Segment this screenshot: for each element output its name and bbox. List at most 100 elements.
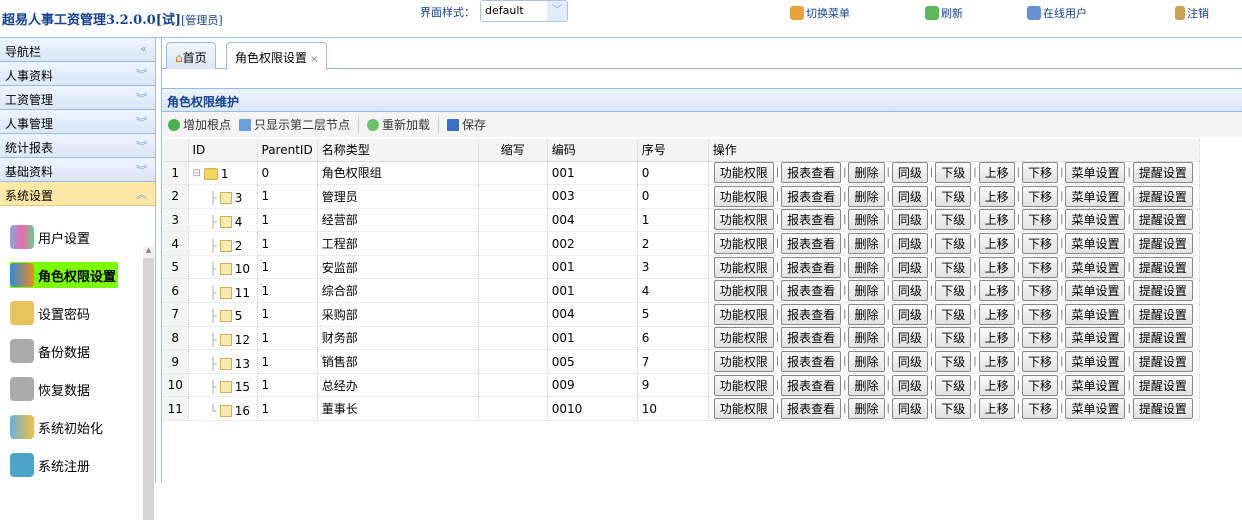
action-button[interactable]: 提醒设置 [1132,233,1193,255]
action-button[interactable]: 下移 [1022,233,1059,255]
reload-button[interactable]: 重新加载 [367,116,430,133]
tab-home[interactable]: ⌂首页 [166,42,216,69]
action-button[interactable]: 上移 [978,374,1015,396]
action-button[interactable]: 删除 [848,256,885,278]
sidebar-item[interactable]: 用户设置 [10,224,90,250]
action-button[interactable]: 提醒设置 [1132,327,1193,349]
action-button[interactable]: 提醒设置 [1132,303,1193,325]
action-button[interactable]: 下级 [935,398,972,420]
action-button[interactable]: 删除 [848,162,885,184]
action-button[interactable]: 提醒设置 [1132,398,1193,420]
action-button[interactable]: 报表查看 [781,256,842,278]
sidebar-item[interactable]: 设置密码 [10,300,90,326]
action-button[interactable]: 菜单设置 [1065,303,1126,325]
action-button[interactable]: 报表查看 [781,185,842,207]
action-button[interactable]: 提醒设置 [1132,280,1193,302]
action-button[interactable]: 提醒设置 [1132,185,1193,207]
action-button[interactable]: 报表查看 [781,374,842,396]
switch-menu-link[interactable]: 切换菜单 [790,5,850,21]
action-button[interactable]: 提醒设置 [1132,351,1193,373]
tab-role-permissions[interactable]: 角色权限设置 × [226,42,328,70]
action-button[interactable]: 同级 [891,398,928,420]
action-button[interactable]: 菜单设置 [1065,327,1126,349]
scroll-up-icon[interactable]: ▲ [143,246,154,258]
sidebar-scrollbar[interactable]: ▲ [143,246,154,520]
action-button[interactable]: 下级 [935,374,972,396]
action-button[interactable]: 下移 [1022,351,1059,373]
sidebar-section[interactable]: 人事管理 ︾ [0,110,155,134]
action-button[interactable]: 功能权限 [713,233,774,255]
action-button[interactable]: 功能权限 [713,280,774,302]
action-button[interactable]: 同级 [891,256,928,278]
action-button[interactable]: 功能权限 [713,209,774,231]
action-button[interactable]: 上移 [978,162,1015,184]
action-button[interactable]: 报表查看 [781,162,842,184]
sidebar-item[interactable]: 系统初始化 [10,414,103,440]
action-button[interactable]: 报表查看 [781,398,842,420]
col-seq[interactable]: 序号 [637,139,709,162]
table-row[interactable]: 4 ├ 2 1 工程部 002 2 功能权限 | 报表查看 | 删除 | 同级 | 下级 | 上移 | 下… [163,231,1200,256]
sidebar-item[interactable]: 恢复数据 [10,376,90,402]
action-button[interactable]: 删除 [848,327,885,349]
action-button[interactable]: 下级 [935,327,972,349]
action-button[interactable]: 功能权限 [713,303,774,325]
action-button[interactable]: 菜单设置 [1065,398,1126,420]
theme-select[interactable]: default ﹀ [480,0,568,22]
action-button[interactable]: 菜单设置 [1065,280,1126,302]
action-button[interactable]: 下级 [935,256,972,278]
action-button[interactable]: 下级 [935,162,972,184]
action-button[interactable]: 下移 [1022,209,1059,231]
col-abbr[interactable]: 缩写 [478,139,548,162]
sidebar-section[interactable]: 统计报表 ︾ [0,134,155,158]
col-parentid[interactable]: ParentID [257,139,318,162]
action-button[interactable]: 下级 [935,303,972,325]
action-button[interactable]: 删除 [848,303,885,325]
close-icon[interactable]: × [310,54,318,65]
action-button[interactable]: 功能权限 [713,398,774,420]
collapse-left-icon[interactable]: « [140,42,147,55]
action-button[interactable]: 功能权限 [713,256,774,278]
action-button[interactable]: 同级 [891,209,928,231]
action-button[interactable]: 下移 [1022,327,1059,349]
action-button[interactable]: 下级 [935,233,972,255]
collapse-icon[interactable]: ⊟ [193,168,201,179]
action-button[interactable]: 下移 [1022,374,1059,396]
table-row[interactable]: 7 ├ 5 1 采购部 004 5 功能权限 | 报表查看 | 删除 | 同级 | 下级 | 上移 | 下… [163,302,1200,327]
table-row[interactable]: 1 ⊟ 1 0 角色权限组 001 0 功能权限 | 报表查看 | 删除 | 同级 | 下级 | 上移… [163,161,1200,186]
action-button[interactable]: 同级 [891,162,928,184]
table-row[interactable]: 11 └ 16 1 董事长 0010 10 功能权限 | 报表查看 | 删除 | 同级 | 下级 |… [163,396,1200,422]
action-button[interactable]: 同级 [891,374,928,396]
sidebar-header[interactable]: 导航栏 « [0,38,155,62]
action-button[interactable]: 功能权限 [713,185,774,207]
sidebar-section[interactable]: 人事资料 ︾ [0,62,155,86]
action-button[interactable]: 上移 [978,327,1015,349]
action-button[interactable]: 删除 [848,185,885,207]
action-button[interactable]: 下移 [1022,280,1059,302]
action-button[interactable]: 报表查看 [781,327,842,349]
sidebar-item[interactable]: 角色权限设置 [10,262,119,288]
table-row[interactable]: 3 ├ 4 1 经营部 004 1 功能权限 | 报表查看 | 删除 | 同级 | 下级 | 上移 | 下… [163,208,1200,233]
action-button[interactable]: 同级 [891,185,928,207]
action-button[interactable]: 功能权限 [713,162,774,184]
logout-link[interactable]: 注销 [1175,5,1209,21]
action-button[interactable]: 菜单设置 [1065,374,1126,396]
action-button[interactable]: 上移 [978,209,1015,231]
action-button[interactable]: 下级 [935,185,972,207]
action-button[interactable]: 下移 [1022,256,1059,278]
action-button[interactable]: 上移 [978,351,1015,373]
action-button[interactable]: 菜单设置 [1065,209,1126,231]
refresh-link[interactable]: 刷新 [925,5,963,21]
action-button[interactable]: 同级 [891,351,928,373]
action-button[interactable]: 菜单设置 [1065,162,1126,184]
action-button[interactable]: 报表查看 [781,233,842,255]
action-button[interactable]: 删除 [848,233,885,255]
col-name[interactable]: 名称类型 [317,139,479,162]
action-button[interactable]: 功能权限 [713,327,774,349]
action-button[interactable]: 下移 [1022,303,1059,325]
sidebar-section[interactable]: 工资管理 ︾ [0,86,155,110]
action-button[interactable]: 报表查看 [781,303,842,325]
table-row[interactable]: 8 ├ 12 1 财务部 001 6 功能权限 | 报表查看 | 删除 | 同级 | 下级 | 上移 |… [163,326,1200,351]
action-button[interactable]: 上移 [978,185,1015,207]
action-button[interactable]: 下移 [1022,398,1059,420]
action-button[interactable]: 同级 [891,280,928,302]
